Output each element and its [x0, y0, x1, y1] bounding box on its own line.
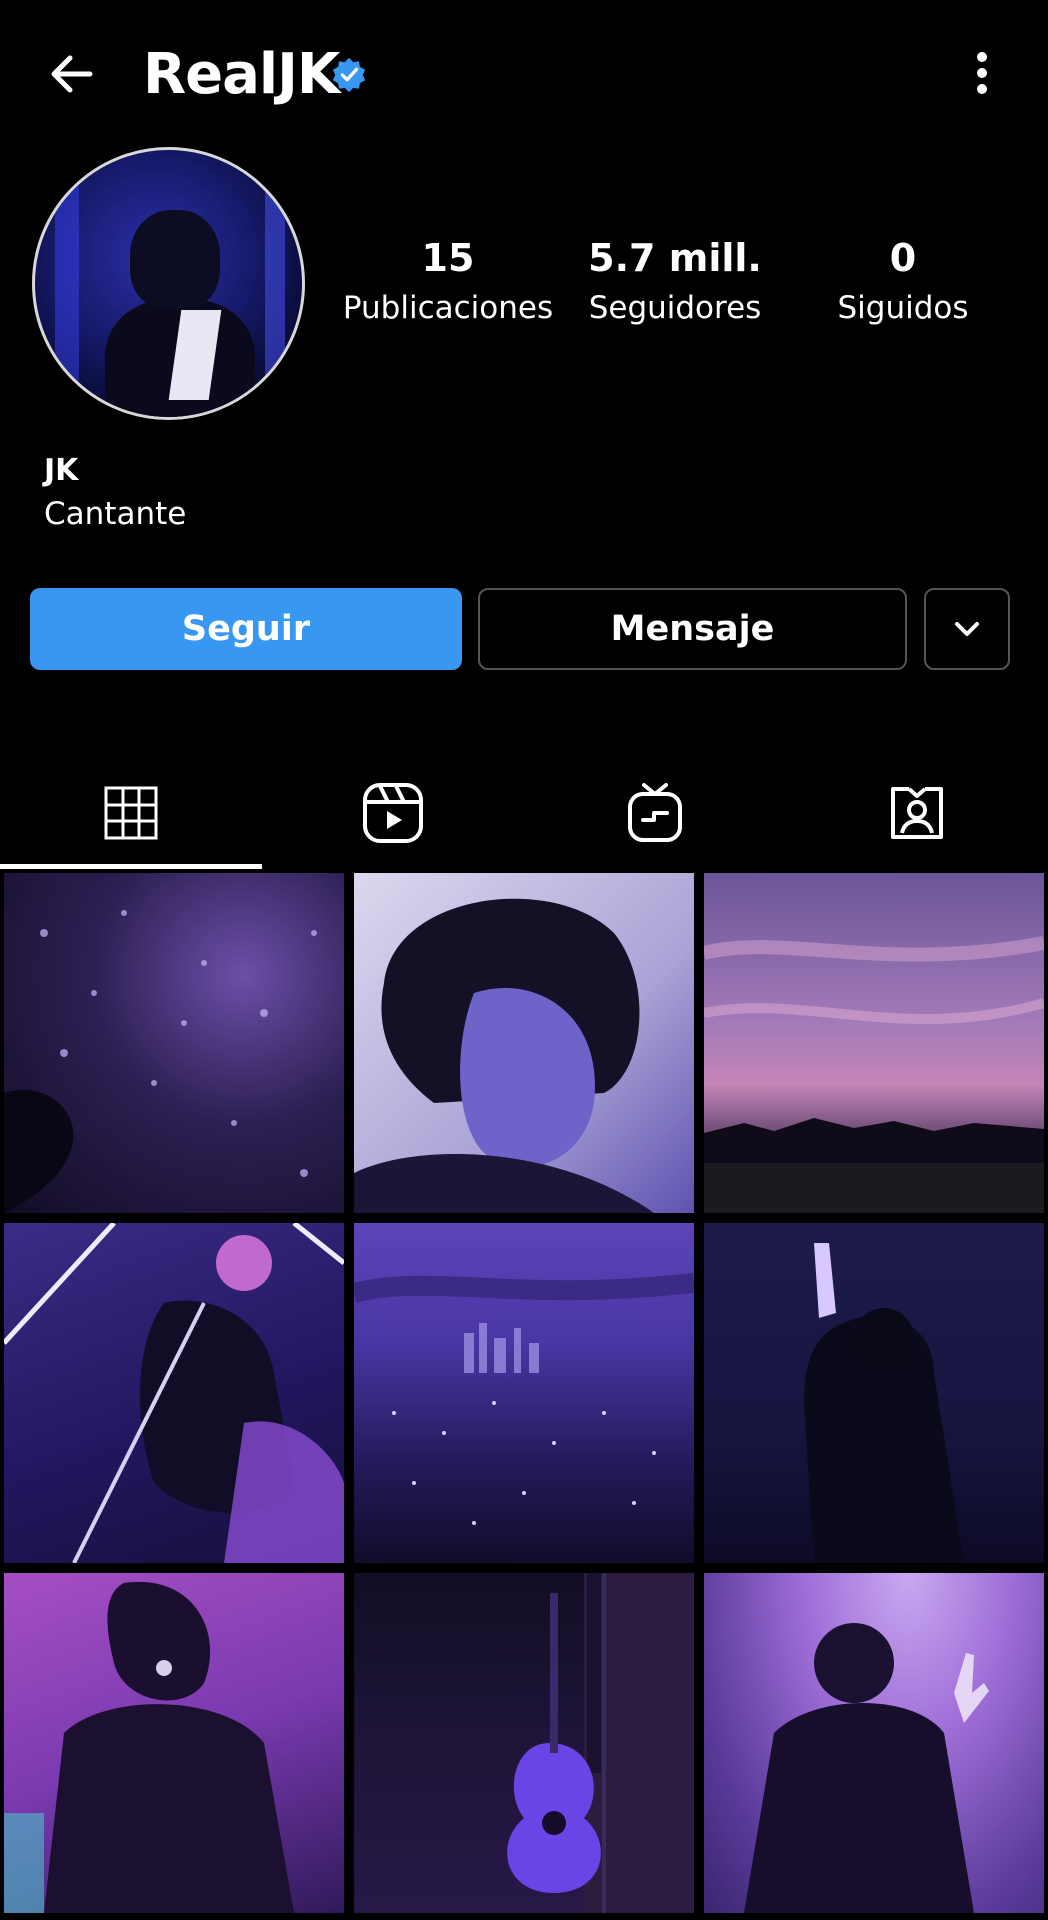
stat-followers[interactable]: 5.7 mill. Seguidores — [580, 234, 770, 330]
stat-posts[interactable]: 15 Publicaciones — [340, 234, 556, 330]
post-image — [354, 898, 654, 1213]
bio-name: JK — [44, 453, 79, 488]
profile-username: RealJK — [143, 42, 340, 107]
avatar-light — [265, 170, 285, 400]
post-thumbnail[interactable] — [4, 873, 344, 1213]
post-thumbnail[interactable] — [354, 1573, 694, 1913]
stat-following[interactable]: 0 Siguidos — [820, 234, 986, 330]
post-thumbnail[interactable] — [4, 1223, 344, 1563]
tagged-icon — [891, 787, 943, 839]
reels-icon — [363, 783, 423, 843]
post-thumbnail[interactable] — [354, 873, 694, 1213]
verified-badge-icon — [332, 57, 366, 93]
post-thumbnail[interactable] — [4, 1573, 344, 1913]
grid-icon — [104, 786, 158, 840]
profile-tabs — [0, 760, 1048, 870]
stat-label: Publicaciones — [342, 290, 554, 326]
avatar-figure-head — [130, 210, 220, 310]
post-image — [4, 1223, 344, 1563]
post-image — [354, 1273, 694, 1525]
post-image — [804, 1243, 964, 1563]
post-thumbnail[interactable] — [704, 1573, 1044, 1913]
post-image — [507, 1573, 694, 1913]
post-thumbnail[interactable] — [704, 873, 1044, 1213]
chevron-down-icon — [955, 622, 979, 636]
bio-category: Cantante — [44, 496, 187, 532]
suggested-accounts-button[interactable] — [924, 588, 1010, 670]
stat-label: Seguidores — [588, 290, 762, 326]
stat-value: 0 — [889, 236, 917, 280]
post-image — [4, 1581, 294, 1913]
tab-posts-grid[interactable] — [0, 760, 262, 866]
follow-button-label: Seguir — [181, 609, 311, 649]
post-image — [744, 1623, 989, 1913]
stat-label: Siguidos — [837, 290, 969, 326]
tab-tagged[interactable] — [786, 760, 1048, 866]
post-thumbnail[interactable] — [704, 1223, 1044, 1563]
avatar-light — [55, 170, 79, 400]
igtv-icon — [628, 783, 682, 842]
more-vertical-icon[interactable] — [960, 48, 1004, 98]
profile-header: RealJK — [0, 0, 1048, 150]
profile-avatar[interactable] — [32, 147, 305, 420]
post-thumbnail[interactable] — [354, 1223, 694, 1563]
stat-value: 5.7 mill. — [588, 236, 762, 280]
message-button[interactable]: Mensaje — [478, 588, 907, 670]
arrow-left-icon[interactable] — [44, 46, 100, 102]
active-tab-indicator — [0, 864, 262, 869]
follow-button[interactable]: Seguir — [30, 588, 462, 670]
post-image — [704, 936, 1044, 1213]
tab-igtv[interactable] — [524, 760, 786, 866]
stat-value: 15 — [421, 236, 475, 280]
post-image — [4, 910, 317, 1213]
tab-reels[interactable] — [262, 760, 524, 866]
message-button-label: Mensaje — [610, 609, 775, 649]
